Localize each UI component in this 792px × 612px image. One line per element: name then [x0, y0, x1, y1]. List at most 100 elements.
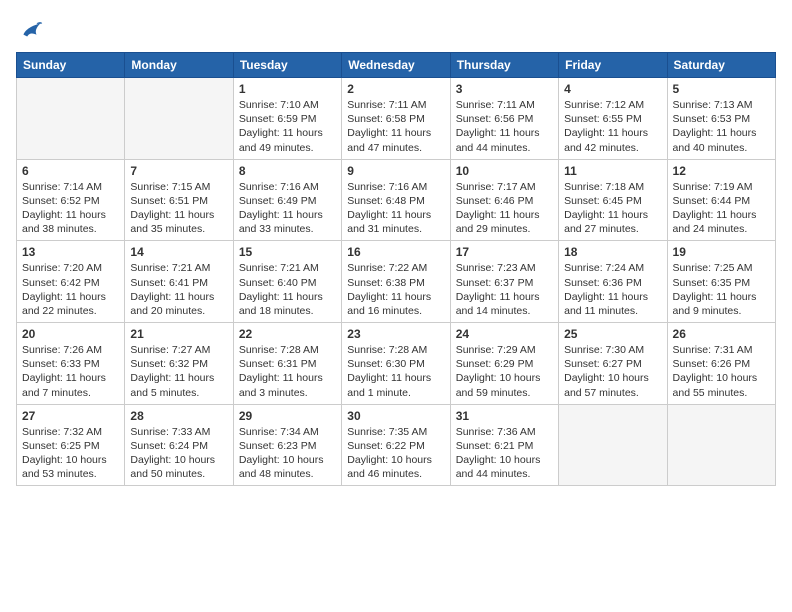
day-info: Sunrise: 7:23 AM Sunset: 6:37 PM Dayligh…	[456, 261, 553, 318]
day-number: 13	[22, 245, 119, 259]
calendar-day-cell: 7 Sunrise: 7:15 AM Sunset: 6:51 PM Daylig…	[125, 159, 233, 241]
calendar-day-cell: 9 Sunrise: 7:16 AM Sunset: 6:48 PM Daylig…	[342, 159, 450, 241]
calendar-day-cell: 15 Sunrise: 7:21 AM Sunset: 6:40 PM Dayli…	[233, 241, 341, 323]
day-info: Sunrise: 7:16 AM Sunset: 6:48 PM Dayligh…	[347, 180, 444, 237]
logo-bird-icon	[16, 16, 44, 44]
day-of-week-header: Thursday	[450, 53, 558, 78]
calendar-day-cell: 3 Sunrise: 7:11 AM Sunset: 6:56 PM Daylig…	[450, 78, 558, 160]
calendar-day-cell: 8Sunrise: 7:16 AM Sunset: 6:49 PM Daylig…	[233, 159, 341, 241]
day-number: 4	[564, 82, 661, 96]
logo	[16, 16, 48, 44]
page-header	[16, 16, 776, 44]
day-info: Sunrise: 7:17 AM Sunset: 6:46 PM Dayligh…	[456, 180, 553, 237]
day-info: Sunrise: 7:18 AM Sunset: 6:45 PM Dayligh…	[564, 180, 661, 237]
day-number: 1	[239, 82, 336, 96]
calendar-day-cell: 14 Sunrise: 7:21 AM Sunset: 6:41 PM Dayli…	[125, 241, 233, 323]
day-number: 15	[239, 245, 336, 259]
day-info: Sunrise: 7:20 AM Sunset: 6:42 PM Dayligh…	[22, 261, 119, 318]
calendar-day-cell: 23 Sunrise: 7:28 AM Sunset: 6:30 PM Dayli…	[342, 323, 450, 405]
day-number: 24	[456, 327, 553, 341]
day-info: Sunrise: 7:29 AM Sunset: 6:29 PM Dayligh…	[456, 343, 553, 400]
day-info: Sunrise: 7:21 AM Sunset: 6:40 PM Dayligh…	[239, 261, 336, 318]
day-number: 16	[347, 245, 444, 259]
calendar-day-cell: 25 Sunrise: 7:30 AM Sunset: 6:27 PM Dayli…	[559, 323, 667, 405]
day-number: 31	[456, 409, 553, 423]
day-info: Sunrise: 7:27 AM Sunset: 6:32 PM Dayligh…	[130, 343, 227, 400]
day-number: 22	[239, 327, 336, 341]
day-info: Sunrise: 7:24 AM Sunset: 6:36 PM Dayligh…	[564, 261, 661, 318]
calendar-table: SundayMondayTuesdayWednesdayThursdayFrid…	[16, 52, 776, 486]
day-info: Sunrise: 7:30 AM Sunset: 6:27 PM Dayligh…	[564, 343, 661, 400]
calendar-day-cell	[667, 404, 775, 486]
day-info: Sunrise: 7:34 AM Sunset: 6:23 PM Dayligh…	[239, 425, 336, 482]
day-number: 11	[564, 164, 661, 178]
day-number: 23	[347, 327, 444, 341]
day-number: 26	[673, 327, 770, 341]
calendar-day-cell: 13 Sunrise: 7:20 AM Sunset: 6:42 PM Dayli…	[17, 241, 125, 323]
day-info: Sunrise: 7:36 AM Sunset: 6:21 PM Dayligh…	[456, 425, 553, 482]
day-info: Sunrise: 7:28 AM Sunset: 6:30 PM Dayligh…	[347, 343, 444, 400]
day-info: Sunrise: 7:33 AM Sunset: 6:24 PM Dayligh…	[130, 425, 227, 482]
day-number: 18	[564, 245, 661, 259]
day-info: Sunrise: 7:26 AM Sunset: 6:33 PM Dayligh…	[22, 343, 119, 400]
day-info: Sunrise: 7:15 AM Sunset: 6:51 PM Dayligh…	[130, 180, 227, 237]
calendar-day-cell: 5 Sunrise: 7:13 AM Sunset: 6:53 PM Daylig…	[667, 78, 775, 160]
day-info: Sunrise: 7:11 AM Sunset: 6:56 PM Dayligh…	[456, 98, 553, 155]
calendar-day-cell: 21 Sunrise: 7:27 AM Sunset: 6:32 PM Dayli…	[125, 323, 233, 405]
calendar-week-row: 1 Sunrise: 7:10 AM Sunset: 6:59 PM Daylig…	[17, 78, 776, 160]
day-of-week-header: Monday	[125, 53, 233, 78]
calendar-day-cell: 31 Sunrise: 7:36 AM Sunset: 6:21 PM Dayli…	[450, 404, 558, 486]
day-number: 30	[347, 409, 444, 423]
day-info: Sunrise: 7:13 AM Sunset: 6:53 PM Dayligh…	[673, 98, 770, 155]
calendar-day-cell: 24 Sunrise: 7:29 AM Sunset: 6:29 PM Dayli…	[450, 323, 558, 405]
day-number: 5	[673, 82, 770, 96]
calendar-day-cell: 28 Sunrise: 7:33 AM Sunset: 6:24 PM Dayli…	[125, 404, 233, 486]
calendar-day-cell	[125, 78, 233, 160]
day-info: Sunrise: 7:12 AM Sunset: 6:55 PM Dayligh…	[564, 98, 661, 155]
day-number: 21	[130, 327, 227, 341]
calendar-day-cell: 1 Sunrise: 7:10 AM Sunset: 6:59 PM Daylig…	[233, 78, 341, 160]
calendar-day-cell: 30 Sunrise: 7:35 AM Sunset: 6:22 PM Dayli…	[342, 404, 450, 486]
calendar-day-cell: 29Sunrise: 7:34 AM Sunset: 6:23 PM Dayli…	[233, 404, 341, 486]
day-of-week-header: Sunday	[17, 53, 125, 78]
calendar-day-cell: 16Sunrise: 7:22 AM Sunset: 6:38 PM Dayli…	[342, 241, 450, 323]
day-of-week-header: Tuesday	[233, 53, 341, 78]
calendar-day-cell: 6 Sunrise: 7:14 AM Sunset: 6:52 PM Daylig…	[17, 159, 125, 241]
calendar-day-cell	[17, 78, 125, 160]
calendar-header-row: SundayMondayTuesdayWednesdayThursdayFrid…	[17, 53, 776, 78]
day-number: 28	[130, 409, 227, 423]
calendar-day-cell: 4 Sunrise: 7:12 AM Sunset: 6:55 PM Daylig…	[559, 78, 667, 160]
day-info: Sunrise: 7:11 AM Sunset: 6:58 PM Dayligh…	[347, 98, 444, 155]
day-info: Sunrise: 7:35 AM Sunset: 6:22 PM Dayligh…	[347, 425, 444, 482]
day-number: 12	[673, 164, 770, 178]
calendar-week-row: 20 Sunrise: 7:26 AM Sunset: 6:33 PM Dayli…	[17, 323, 776, 405]
day-number: 8	[239, 164, 336, 178]
day-number: 25	[564, 327, 661, 341]
calendar-week-row: 13 Sunrise: 7:20 AM Sunset: 6:42 PM Dayli…	[17, 241, 776, 323]
day-info: Sunrise: 7:32 AM Sunset: 6:25 PM Dayligh…	[22, 425, 119, 482]
day-info: Sunrise: 7:19 AM Sunset: 6:44 PM Dayligh…	[673, 180, 770, 237]
calendar-day-cell: 12 Sunrise: 7:19 AM Sunset: 6:44 PM Dayli…	[667, 159, 775, 241]
calendar-week-row: 27 Sunrise: 7:32 AM Sunset: 6:25 PM Dayli…	[17, 404, 776, 486]
calendar-day-cell	[559, 404, 667, 486]
day-number: 20	[22, 327, 119, 341]
calendar-day-cell: 2 Sunrise: 7:11 AM Sunset: 6:58 PM Daylig…	[342, 78, 450, 160]
calendar-day-cell: 10Sunrise: 7:17 AM Sunset: 6:46 PM Dayli…	[450, 159, 558, 241]
day-number: 6	[22, 164, 119, 178]
day-info: Sunrise: 7:31 AM Sunset: 6:26 PM Dayligh…	[673, 343, 770, 400]
day-of-week-header: Friday	[559, 53, 667, 78]
calendar-day-cell: 27 Sunrise: 7:32 AM Sunset: 6:25 PM Dayli…	[17, 404, 125, 486]
day-number: 2	[347, 82, 444, 96]
day-number: 7	[130, 164, 227, 178]
day-number: 19	[673, 245, 770, 259]
day-info: Sunrise: 7:21 AM Sunset: 6:41 PM Dayligh…	[130, 261, 227, 318]
calendar-day-cell: 17 Sunrise: 7:23 AM Sunset: 6:37 PM Dayli…	[450, 241, 558, 323]
day-number: 17	[456, 245, 553, 259]
day-number: 9	[347, 164, 444, 178]
calendar-day-cell: 26 Sunrise: 7:31 AM Sunset: 6:26 PM Dayli…	[667, 323, 775, 405]
day-number: 27	[22, 409, 119, 423]
day-info: Sunrise: 7:14 AM Sunset: 6:52 PM Dayligh…	[22, 180, 119, 237]
day-number: 3	[456, 82, 553, 96]
day-number: 14	[130, 245, 227, 259]
day-info: Sunrise: 7:10 AM Sunset: 6:59 PM Dayligh…	[239, 98, 336, 155]
